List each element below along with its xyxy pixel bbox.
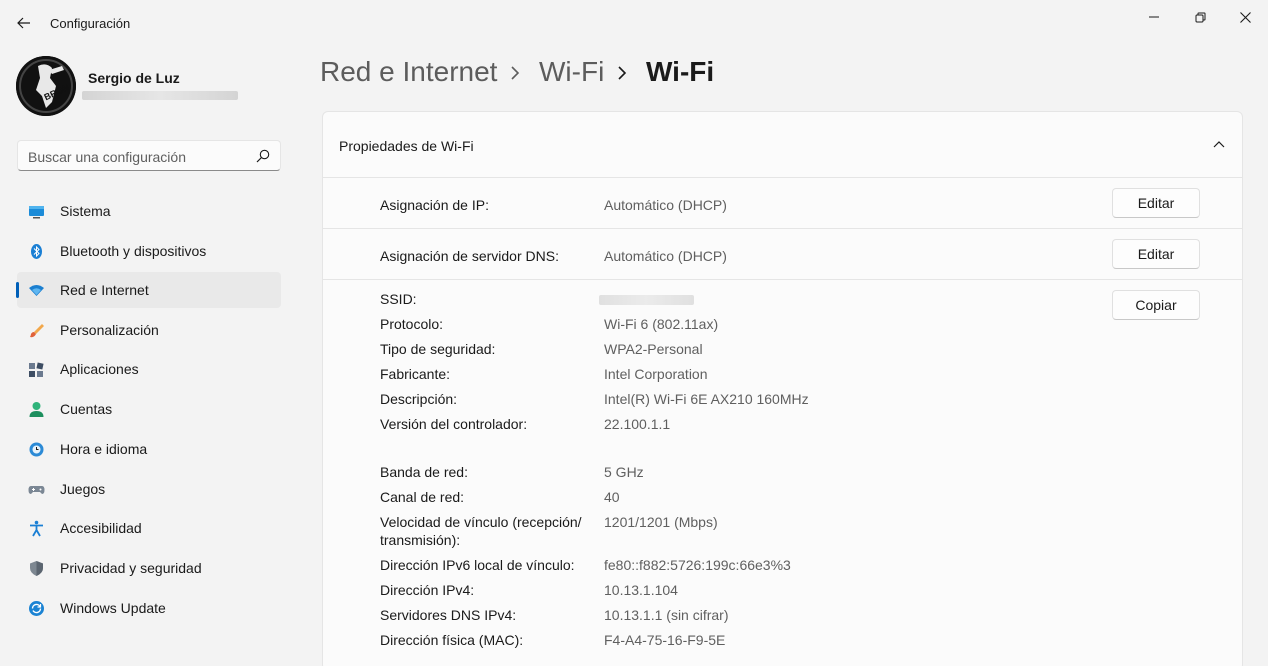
back-button[interactable] xyxy=(10,9,38,37)
sidebar-item-label: Red e Internet xyxy=(60,282,149,298)
prop-label-protocolo: Protocolo: xyxy=(380,316,444,332)
apps-icon xyxy=(29,362,44,377)
page-title: Wi-Fi xyxy=(646,56,715,87)
sidebar-item-label: Accesibilidad xyxy=(60,520,142,536)
sidebar-item-label: Sistema xyxy=(60,203,111,219)
globe-clock-icon xyxy=(29,442,44,457)
prop-value-version: 22.100.1.1 xyxy=(604,416,671,432)
minimize-button[interactable] xyxy=(1131,6,1177,28)
prop-value-ipv6: fe80::f882:5726:199c:66e3%3 xyxy=(604,557,791,573)
prop-label-mac: Dirección física (MAC): xyxy=(380,632,524,648)
wifi-icon xyxy=(29,285,44,296)
avatar-image: BRON xyxy=(16,56,76,116)
sidebar-item-label: Windows Update xyxy=(60,600,166,616)
avatar[interactable]: BRON xyxy=(16,56,76,116)
wifi-properties-panel: Propiedades de Wi-Fi Asignación de IP: A… xyxy=(322,111,1243,666)
search-input[interactable]: Buscar una configuración xyxy=(17,140,281,171)
breadcrumb-wifi[interactable]: Wi-Fi xyxy=(539,56,604,88)
prop-label-descripcion: Descripción: xyxy=(380,391,458,407)
prop-label-velocidad-cont: transmisión): xyxy=(380,532,461,548)
sidebar-item-cuentas[interactable]: Cuentas xyxy=(17,391,281,427)
prop-label-ssid: SSID: xyxy=(380,291,417,307)
dns-assignment-label: Asignación de servidor DNS: xyxy=(380,248,559,264)
sidebar-item-label: Cuentas xyxy=(60,401,113,417)
accessibility-icon xyxy=(30,520,43,537)
copy-button[interactable]: Copiar xyxy=(1112,290,1200,320)
shield-icon xyxy=(30,561,43,576)
ssid-value-redacted xyxy=(599,295,694,305)
gamepad-icon xyxy=(28,486,45,494)
breadcrumb-red-internet[interactable]: Red e Internet xyxy=(320,56,497,88)
account-icon xyxy=(29,402,44,417)
sidebar-item-privacidad[interactable]: Privacidad y seguridad xyxy=(17,550,281,586)
update-icon xyxy=(29,601,44,616)
sidebar-item-label: Personalización xyxy=(60,322,159,338)
sidebar-item-label: Bluetooth y dispositivos xyxy=(60,243,207,259)
prop-label-banda: Banda de red: xyxy=(380,464,468,480)
app-title: Configuración xyxy=(50,16,131,31)
sidebar-item-label: Juegos xyxy=(60,481,106,497)
dns-assignment-row: Asignación de servidor DNS: Automático (… xyxy=(323,229,1242,280)
sidebar-item-aplicaciones[interactable]: Aplicaciones xyxy=(17,351,281,387)
prop-label-dns-servers: Servidores DNS IPv4: xyxy=(380,607,517,623)
user-name: Sergio de Luz xyxy=(88,70,180,86)
sidebar-item-label: Aplicaciones xyxy=(60,361,139,377)
prop-value-ipv4: 10.13.1.104 xyxy=(604,582,678,598)
sidebar-item-label: Privacidad y seguridad xyxy=(60,560,202,576)
prop-value-banda: 5 GHz xyxy=(604,464,644,480)
prop-value-dns-servers: 10.13.1.1 (sin cifrar) xyxy=(604,607,729,623)
sidebar-item-personalizacion[interactable]: Personalización xyxy=(17,312,281,348)
sidebar-item-bluetooth[interactable]: Bluetooth y dispositivos xyxy=(17,233,281,269)
back-arrow-icon xyxy=(17,17,30,29)
title-bar: Configuración xyxy=(0,0,1268,46)
prop-value-mac: F4-A4-75-16-F9-5E xyxy=(604,632,726,648)
search-placeholder: Buscar una configuración xyxy=(28,149,186,165)
prop-label-fabricante: Fabricante: xyxy=(380,366,451,382)
restore-icon xyxy=(1195,12,1205,22)
sidebar-item-label: Hora e idioma xyxy=(60,441,148,457)
sidebar-item-sistema[interactable]: Sistema xyxy=(17,193,281,229)
prop-value-seguridad: WPA2-Personal xyxy=(604,341,703,357)
sidebar-item-red-internet[interactable]: Red e Internet xyxy=(16,272,281,308)
dns-assignment-value: Automático (DHCP) xyxy=(604,248,727,264)
restore-button[interactable] xyxy=(1177,6,1223,28)
sidebar-item-windows-update[interactable]: Windows Update xyxy=(17,590,281,626)
system-icon xyxy=(29,206,44,219)
brush-icon xyxy=(30,324,44,338)
ip-assignment-label: Asignación de IP: xyxy=(380,197,489,213)
prop-label-ipv4: Dirección IPv4: xyxy=(380,582,475,598)
minimize-icon xyxy=(1149,16,1159,18)
prop-value-canal: 40 xyxy=(604,489,620,505)
chevron-up-icon[interactable] xyxy=(1212,139,1226,149)
chevron-right-icon xyxy=(511,66,520,80)
sidebar-item-juegos[interactable]: Juegos xyxy=(17,471,281,507)
prop-label-canal: Canal de red: xyxy=(380,489,465,505)
bluetooth-icon xyxy=(31,244,42,259)
panel-header[interactable]: Propiedades de Wi-Fi xyxy=(323,112,1242,178)
close-button[interactable] xyxy=(1222,6,1268,28)
edit-ip-button[interactable]: Editar xyxy=(1112,188,1200,218)
search-icon[interactable] xyxy=(256,149,270,163)
user-email-redacted xyxy=(82,91,238,100)
prop-label-version: Versión del controlador: xyxy=(380,416,528,432)
panel-title: Propiedades de Wi-Fi xyxy=(339,138,474,154)
close-icon xyxy=(1239,11,1251,23)
ip-assignment-row: Asignación de IP: Automático (DHCP) Edit… xyxy=(323,178,1242,229)
prop-value-protocolo: Wi-Fi 6 (802.11ax) xyxy=(604,316,719,332)
chevron-right-icon xyxy=(618,66,627,80)
prop-value-descripcion: Intel(R) Wi-Fi 6E AX210 160MHz xyxy=(604,391,809,407)
prop-label-ipv6: Dirección IPv6 local de vínculo: xyxy=(380,557,575,573)
edit-dns-button[interactable]: Editar xyxy=(1112,239,1200,269)
prop-value-fabricante: Intel Corporation xyxy=(604,366,708,382)
prop-value-velocidad: 1201/1201 (Mbps) xyxy=(604,514,718,530)
ip-assignment-value: Automático (DHCP) xyxy=(604,197,727,213)
prop-label-seguridad: Tipo de seguridad: xyxy=(380,341,496,357)
prop-label-velocidad: Velocidad de vínculo (recepción/ xyxy=(380,514,582,530)
sidebar-item-accesibilidad[interactable]: Accesibilidad xyxy=(17,510,281,546)
sidebar-item-hora-idioma[interactable]: Hora e idioma xyxy=(17,431,281,467)
